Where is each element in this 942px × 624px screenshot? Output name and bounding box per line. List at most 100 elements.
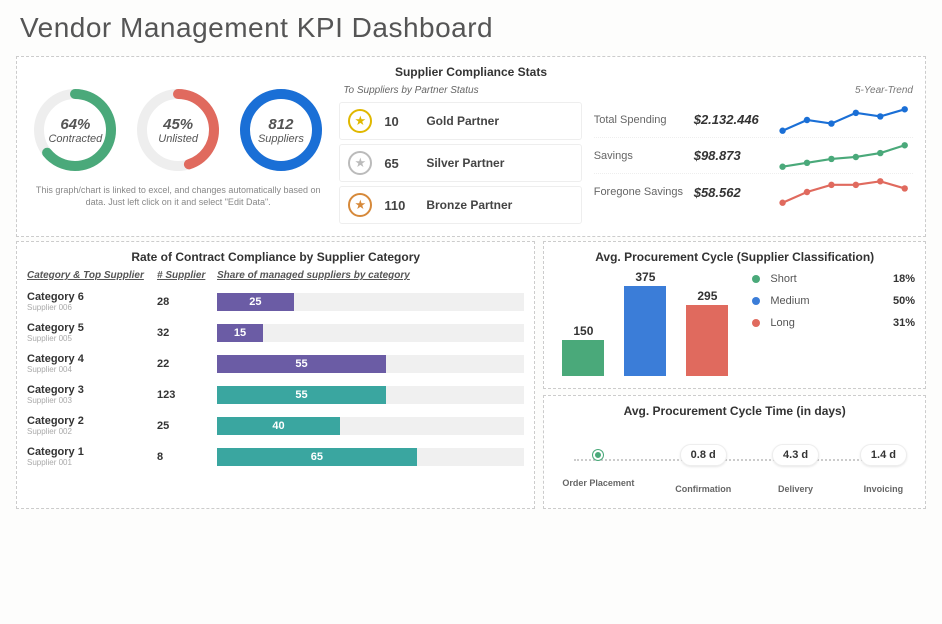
trend-row-2: Foregone Savings $58.562 bbox=[594, 174, 913, 210]
timeline-node-1: 0.8 d Confirmation bbox=[675, 444, 731, 494]
timeline-stage-label: Delivery bbox=[778, 484, 813, 494]
compliance-row-3: Category 3 Supplier 003 123 55 bbox=[27, 384, 524, 405]
proc-cycle-class-title: Avg. Procurement Cycle (Supplier Classif… bbox=[554, 250, 915, 264]
supplier-count: 22 bbox=[157, 358, 217, 370]
proc-cycle-time-panel: Avg. Procurement Cycle Time (in days) Or… bbox=[543, 395, 926, 509]
supplier-count: 123 bbox=[157, 389, 217, 401]
donut-0: 64% Contracted bbox=[30, 85, 120, 175]
donut-group: 64% Contracted 45% Unlisted 812 Supplie bbox=[29, 85, 327, 208]
timeline-stage-label: Order Placement bbox=[562, 478, 634, 488]
trend-heading: 5-Year-Trend bbox=[594, 85, 913, 96]
contract-compliance-title: Rate of Contract Compliance by Supplier … bbox=[27, 250, 524, 264]
timeline-badge: 4.3 d bbox=[772, 444, 819, 466]
legend-name: Medium bbox=[770, 295, 879, 307]
trend-value: $58.562 bbox=[694, 185, 774, 200]
supplier-count: 32 bbox=[157, 327, 217, 339]
donut-caption: Suppliers bbox=[258, 133, 304, 145]
proc-cycle-class-panel: Avg. Procurement Cycle (Supplier Classif… bbox=[543, 241, 926, 389]
legend-pct: 31% bbox=[879, 317, 915, 329]
timeline-stage-label: Confirmation bbox=[675, 484, 731, 494]
bar-track: 65 bbox=[217, 448, 524, 466]
mini-bar-1: 375 bbox=[624, 286, 666, 376]
bar-fill: 25 bbox=[217, 293, 294, 311]
compliance-row-5: Category 1 Supplier 001 8 65 bbox=[27, 446, 524, 467]
col-header-share: Share of managed suppliers by category bbox=[217, 270, 524, 281]
partner-label: Gold Partner bbox=[426, 114, 499, 128]
trend-label: Foregone Savings bbox=[594, 186, 694, 198]
legend-name: Long bbox=[770, 317, 879, 329]
donut-caption: Unlisted bbox=[158, 133, 198, 145]
contract-compliance-panel: Rate of Contract Compliance by Supplier … bbox=[16, 241, 535, 509]
mini-bar-value: 150 bbox=[562, 324, 604, 338]
timeline-stage-label: Invoicing bbox=[864, 484, 904, 494]
timeline-dot-icon bbox=[593, 450, 603, 460]
star-icon: ★ bbox=[348, 151, 372, 175]
partner-count: 110 bbox=[384, 198, 414, 213]
legend-dot-icon bbox=[752, 297, 760, 305]
supplier-count: 25 bbox=[157, 420, 217, 432]
legend-dot-icon bbox=[752, 275, 760, 283]
mini-bar-2: 295 bbox=[686, 305, 728, 376]
page-title: Vendor Management KPI Dashboard bbox=[0, 0, 942, 52]
partner-column: To Suppliers by Partner Status ★ 10 Gold… bbox=[339, 85, 581, 228]
trend-label: Savings bbox=[594, 150, 694, 162]
donut-value: 64% bbox=[60, 116, 90, 133]
star-icon: ★ bbox=[348, 109, 372, 133]
mini-bar-value: 375 bbox=[624, 270, 666, 284]
mini-bar-value: 295 bbox=[686, 289, 728, 303]
partner-count: 65 bbox=[384, 156, 414, 171]
trend-value: $2.132.446 bbox=[694, 112, 774, 127]
timeline-node-3: 1.4 d Invoicing bbox=[860, 444, 907, 494]
supplier-count: 8 bbox=[157, 451, 217, 463]
top-supplier: Supplier 001 bbox=[27, 458, 157, 467]
legend-row-0: Short 18% bbox=[752, 270, 915, 288]
category-name: Category 3 bbox=[27, 384, 157, 396]
category-name: Category 6 bbox=[27, 291, 157, 303]
compliance-row-2: Category 4 Supplier 004 22 55 bbox=[27, 353, 524, 374]
legend-dot-icon bbox=[752, 319, 760, 327]
partner-label: Bronze Partner bbox=[426, 198, 512, 212]
compliance-row-1: Category 5 Supplier 005 32 15 bbox=[27, 322, 524, 343]
trend-row-0: Total Spending $2.132.446 bbox=[594, 102, 913, 138]
donut-note: This graph/chart is linked to excel, and… bbox=[29, 185, 327, 208]
bar-fill: 65 bbox=[217, 448, 417, 466]
top-supplier: Supplier 003 bbox=[27, 396, 157, 405]
legend-pct: 18% bbox=[879, 273, 915, 285]
compliance-panel-title: Supplier Compliance Stats bbox=[29, 65, 913, 79]
donut-1: 45% Unlisted bbox=[133, 85, 223, 175]
top-supplier: Supplier 002 bbox=[27, 427, 157, 436]
category-name: Category 2 bbox=[27, 415, 157, 427]
donut-2: 812 Suppliers bbox=[236, 85, 326, 175]
trend-label: Total Spending bbox=[594, 114, 694, 126]
donut-value: 45% bbox=[163, 116, 193, 133]
compliance-row-0: Category 6 Supplier 006 28 25 bbox=[27, 291, 524, 312]
donut-value: 812 bbox=[268, 116, 293, 133]
col-header-category: Category & Top Supplier bbox=[27, 270, 157, 281]
category-name: Category 5 bbox=[27, 322, 157, 334]
bar-track: 15 bbox=[217, 324, 524, 342]
trend-row-1: Savings $98.873 bbox=[594, 138, 913, 174]
category-name: Category 1 bbox=[27, 446, 157, 458]
bar-track: 40 bbox=[217, 417, 524, 435]
legend-row-2: Long 31% bbox=[752, 314, 915, 332]
bar-fill: 15 bbox=[217, 324, 263, 342]
trend-value: $98.873 bbox=[694, 148, 774, 163]
bar-fill: 40 bbox=[217, 417, 340, 435]
compliance-panel: Supplier Compliance Stats 64% Contracted… bbox=[16, 56, 926, 237]
top-supplier: Supplier 004 bbox=[27, 365, 157, 374]
sparkline-icon bbox=[774, 105, 913, 135]
top-supplier: Supplier 005 bbox=[27, 334, 157, 343]
col-header-count: # Supplier bbox=[157, 270, 217, 281]
compliance-row-4: Category 2 Supplier 002 25 40 bbox=[27, 415, 524, 436]
timeline-badge: 0.8 d bbox=[680, 444, 727, 466]
timeline-node-0: Order Placement bbox=[562, 450, 634, 488]
top-supplier: Supplier 006 bbox=[27, 303, 157, 312]
category-name: Category 4 bbox=[27, 353, 157, 365]
bar-fill: 55 bbox=[217, 355, 386, 373]
legend-name: Short bbox=[770, 273, 879, 285]
proc-cycle-time-title: Avg. Procurement Cycle Time (in days) bbox=[554, 404, 915, 418]
donut-caption: Contracted bbox=[48, 133, 102, 145]
supplier-count: 28 bbox=[157, 296, 217, 308]
partner-row-1: ★ 65 Silver Partner bbox=[339, 144, 581, 182]
partner-row-0: ★ 10 Gold Partner bbox=[339, 102, 581, 140]
